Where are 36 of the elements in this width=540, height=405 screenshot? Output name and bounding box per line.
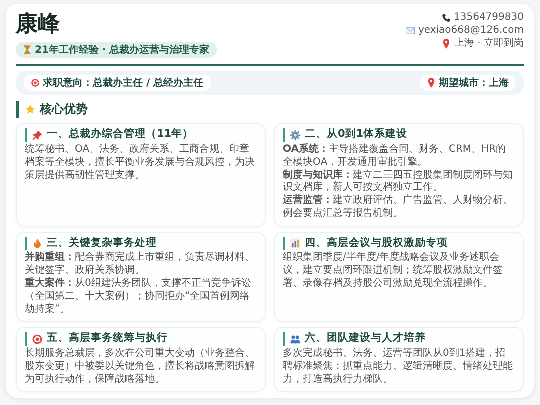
gear-icon bbox=[290, 130, 301, 141]
card-text: 并购重组：配合券商完成上市重组，负责尽调材料、关键签字、政府关系协调。 bbox=[25, 252, 256, 277]
card-text: 运营监管：建立政府评估、广告监管、人财物分析、例会要点汇总等报告机制。 bbox=[283, 195, 514, 221]
card-title: 一、总裁办综合管理（11年） bbox=[47, 128, 194, 142]
people-icon bbox=[290, 334, 301, 345]
flame-icon bbox=[32, 238, 43, 250]
card-text: OA系统：主导搭建覆盖合同、财务、CRM、HR的全模块OA，开发通用审批引擎。 bbox=[283, 144, 508, 169]
card-title: 三、关键复杂事务处理 bbox=[47, 236, 157, 250]
map-pin-icon bbox=[427, 78, 436, 88]
pushpin-icon bbox=[32, 130, 43, 141]
contact-text: 上海 · 立即到岗 bbox=[454, 38, 524, 50]
card-text: 制度与知识库：建立二三四五控股集团制度闭环与知识文档库，新人可按文档独立工作。 bbox=[283, 170, 514, 194]
map-pin-icon bbox=[442, 39, 452, 49]
card-text: 统筹秘书、OA、法务、政府关系、工商合规、印章档案等全模块，擅长平衡业务发展与合规风控，为决策层提供高韧性管理支撑。 bbox=[25, 144, 256, 182]
contact-text: 13564799830 bbox=[454, 12, 524, 24]
star-icon bbox=[25, 104, 36, 116]
card-text: 长期服务总裁层，多次在公司重大变动（业务整合、股东变更）中被委以关键角色，擅长将战略意图拆解为可执行动作，保障战略落地。 bbox=[25, 348, 256, 386]
hourglass-icon bbox=[23, 45, 32, 56]
section-title: 核心优势 bbox=[40, 101, 88, 118]
card-title: 六、团队建设与人才培养 bbox=[305, 332, 426, 346]
phone-icon bbox=[442, 13, 451, 23]
card-title: 二、从0到1体系建设 bbox=[305, 128, 408, 142]
target-icon bbox=[32, 334, 43, 345]
envelope-icon bbox=[406, 26, 416, 36]
experience-text: 21年工作经验 · 总裁办运营与治理专家 bbox=[35, 43, 210, 58]
card-title: 四、高层会议与股权激励专项 bbox=[305, 236, 448, 250]
person-name: 康峰 bbox=[16, 12, 61, 38]
card-text: 组织集团季度/半年度/年度战略会议及业务述职会议，建立要点闭环跟进机制；统筹股权激励文件签署、录像存档及持股公司激励兑现全流程操作。 bbox=[283, 252, 504, 291]
card-text: 重大案件：从0组建法务团队，支撑不正当竞争诉讼（全国第二、十大案例）；协同拒办“全国首例网络劫持案”。 bbox=[25, 278, 252, 316]
contact-text: yexiao668@126.com bbox=[418, 25, 524, 37]
city-text: 期望城市：上海 bbox=[439, 76, 509, 90]
position-text: 求职意向：总裁办主任 / 总经办主任 bbox=[43, 76, 204, 90]
target-icon bbox=[31, 78, 40, 88]
bar-chart-icon bbox=[290, 238, 301, 250]
card-text: 多次完成秘书、法务、运营等团队从0到1搭建，招聘标准聚焦：抓重点能力、逻辑清晰度、情绪处理能力，打造高执行力梯队。 bbox=[283, 348, 514, 386]
card-title: 五、高层事务统筹与执行 bbox=[47, 332, 168, 346]
